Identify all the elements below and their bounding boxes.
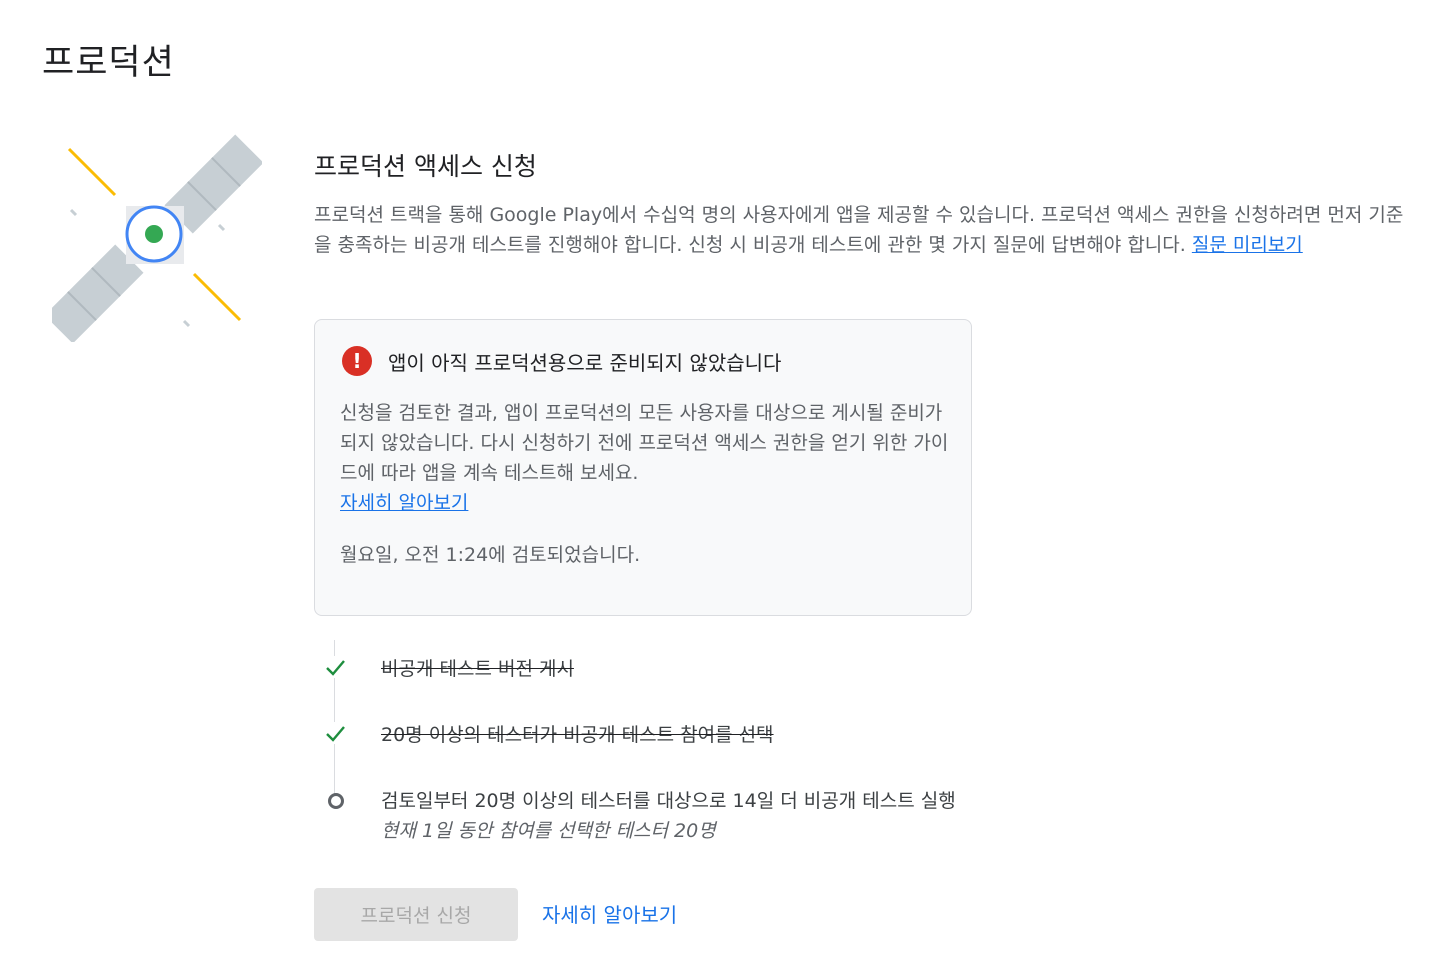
page-title: 프로덕션 [42, 43, 175, 83]
step-label: 검토일부터 20명 이상의 테스터를 대상으로 14일 더 비공개 테스트 실행 [381, 790, 956, 812]
requirements-checklist: 비공개 테스트 버전 게시 20명 이상의 테스터가 비공개 테스트 참여를 선… [314, 640, 1114, 850]
preview-questions-link[interactable]: 질문 미리보기 [1192, 234, 1303, 256]
alert-header: ! 앱이 아직 프로덕션용으로 준비되지 않았습니다 [342, 346, 781, 376]
learn-more-button[interactable]: 자세히 알아보기 [542, 899, 677, 928]
not-ready-alert: ! 앱이 아직 프로덕션용으로 준비되지 않았습니다 신청을 검토한 결과, 앱… [314, 319, 972, 616]
alert-title: 앱이 아직 프로덕션용으로 준비되지 않았습니다 [388, 350, 782, 375]
error-icon: ! [342, 346, 372, 376]
production-access-section: 프로덕션 액세스 신청 프로덕션 트랙을 통해 Google Play에서 수십… [314, 150, 1424, 260]
alert-learn-more-link[interactable]: 자세히 알아보기 [340, 492, 468, 514]
section-description: 프로덕션 트랙을 통해 Google Play에서 수십억 명의 사용자에게 앱… [314, 200, 1414, 260]
reviewed-timestamp: 월요일, 오전 1:24에 검토되었습니다. [340, 544, 641, 566]
alert-body-text: 신청을 검토한 결과, 앱이 프로덕션의 모든 사용자를 대상으로 게시될 준비… [340, 402, 949, 484]
step-progress-note: 현재 1일 동안 참여를 선택한 테스터 20명 [381, 820, 716, 842]
alert-body: 신청을 검토한 결과, 앱이 프로덕션의 모든 사용자를 대상으로 게시될 준비… [340, 398, 950, 518]
step-label: 비공개 테스트 버전 게시 [381, 658, 574, 680]
section-title: 프로덕션 액세스 신청 [314, 152, 537, 181]
satellite-illustration [52, 134, 262, 342]
check-icon [324, 722, 346, 744]
check-icon [324, 656, 346, 678]
apply-production-button[interactable]: 프로덕션 신청 [314, 888, 518, 941]
pending-circle-icon [328, 793, 344, 809]
step-label: 20명 이상의 테스터가 비공개 테스트 참여를 선택 [381, 724, 774, 746]
